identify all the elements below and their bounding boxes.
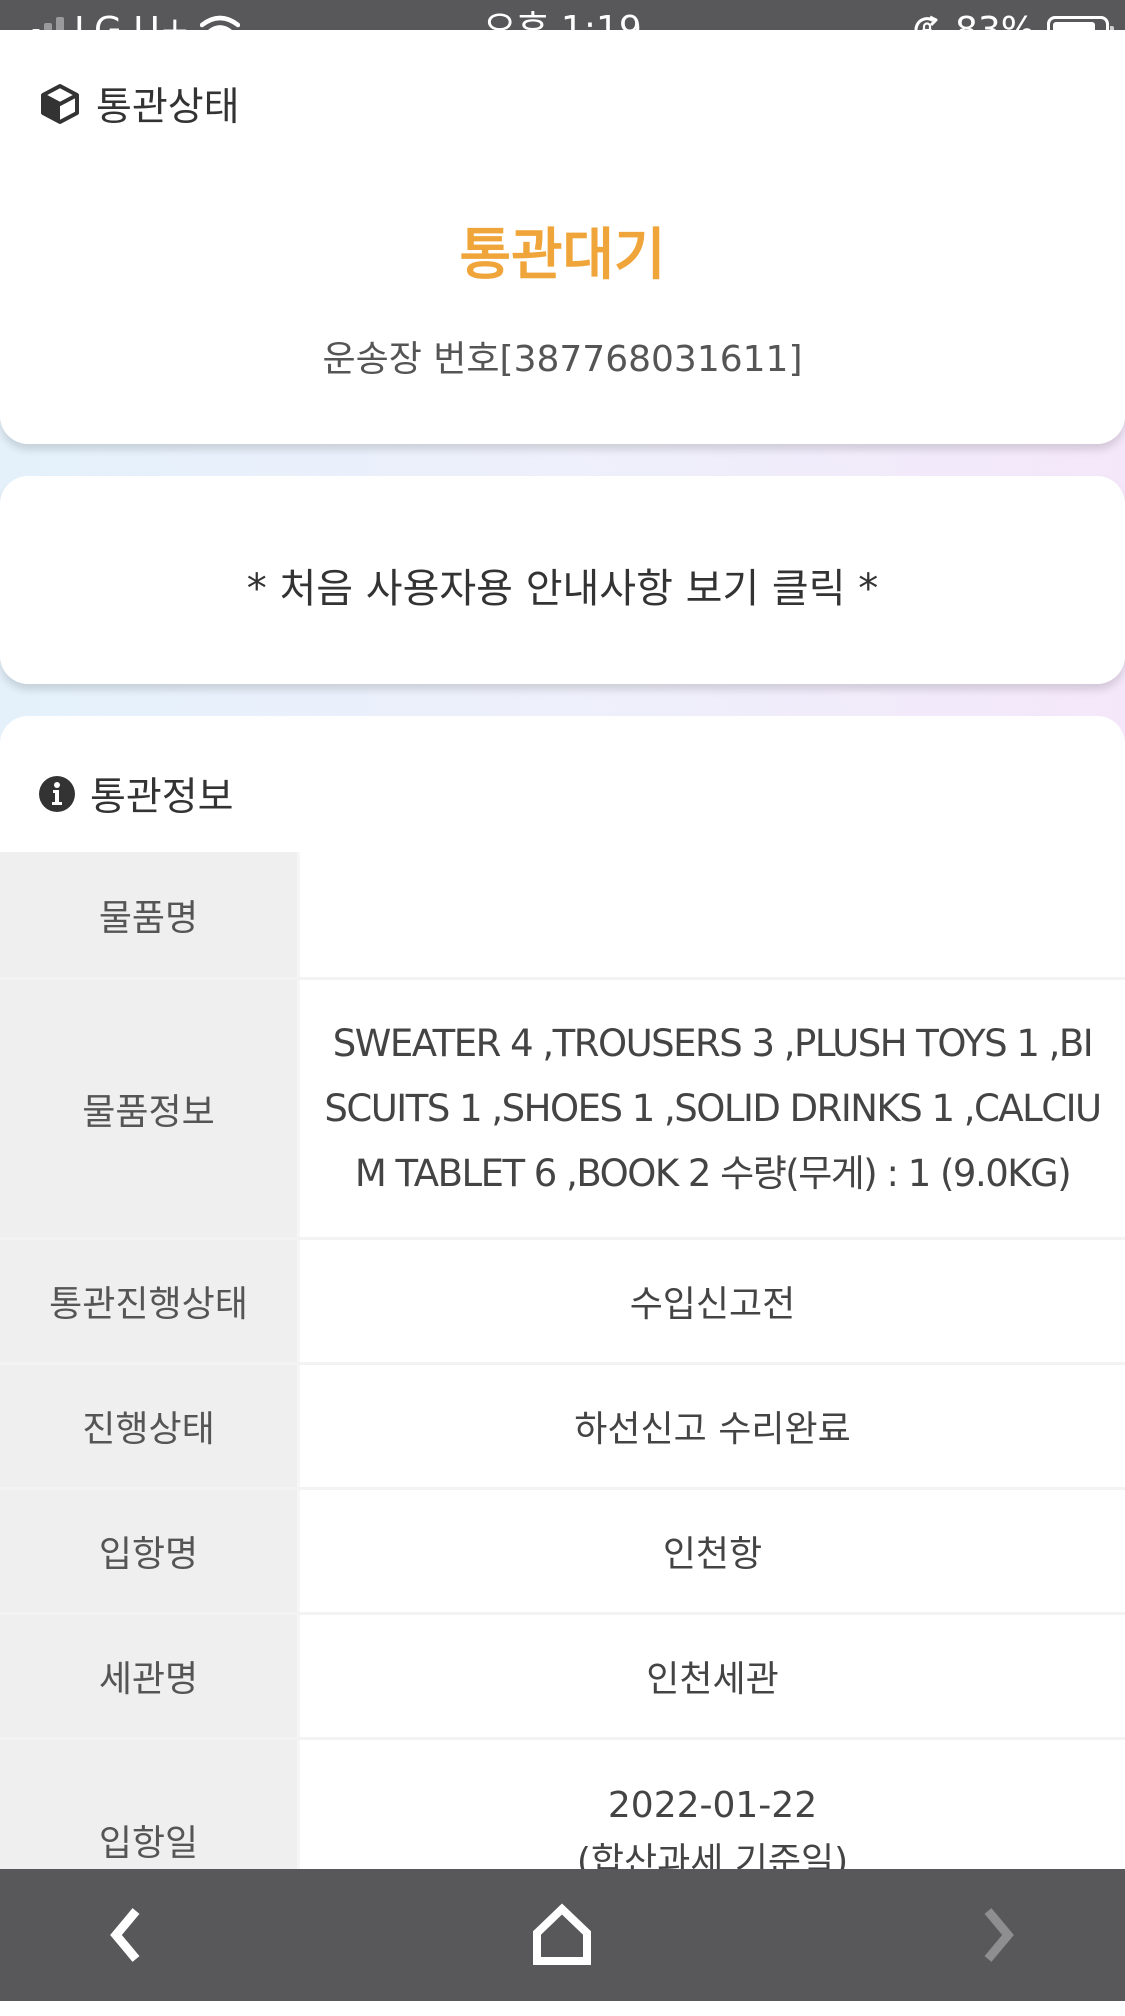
table-row: 물품명 xyxy=(0,852,1125,980)
home-button[interactable] xyxy=(492,1869,632,2001)
info-icon xyxy=(39,776,75,812)
customs-info-card: 통관정보 물품명 물품정보 SWEATER 4 ,TROUSERS 3 ,PLU… xyxy=(0,716,1125,2016)
chevron-right-icon xyxy=(984,1908,1014,1962)
row-value-customs-office: 인천세관 xyxy=(646,1659,779,1700)
home-icon xyxy=(533,1903,591,1965)
row-label-customs-office: 세관명 xyxy=(0,1615,300,1737)
first-user-guide-button[interactable]: * 처음 사용자용 안내사항 보기 클릭 * xyxy=(0,476,1125,684)
table-row: 입항명 인천항 xyxy=(0,1490,1125,1615)
customs-status-card: 통관상태 통관대기 운송장 번호[387768031611] xyxy=(0,30,1125,444)
row-value-goods-name xyxy=(300,852,1125,977)
table-row: 세관명 인천세관 xyxy=(0,1615,1125,1740)
guide-link-text[interactable]: * 처음 사용자용 안내사항 보기 클릭 * xyxy=(0,556,1125,614)
table-row: 진행상태 하선신고 수리완료 xyxy=(0,1365,1125,1490)
customs-status-header: 통관상태 xyxy=(38,76,240,132)
table-row: 통관진행상태 수입신고전 xyxy=(0,1240,1125,1365)
forward-button[interactable] xyxy=(928,1869,1068,2001)
row-value-progress-status: 하선신고 수리완료 xyxy=(574,1409,851,1450)
section-title: 통관정보 xyxy=(90,775,234,820)
row-value-goods-info: SWEATER 4 ,TROUSERS 3 ,PLUSH TOYS 1 ,BIS… xyxy=(324,1022,1102,1195)
row-value-port-name: 인천항 xyxy=(662,1534,763,1575)
customs-info-table: 물품명 물품정보 SWEATER 4 ,TROUSERS 3 ,PLUSH TO… xyxy=(0,852,1125,1943)
customs-status-value: 통관대기 xyxy=(459,223,666,288)
back-button[interactable] xyxy=(56,1869,196,2001)
row-label-goods-info: 물품정보 xyxy=(0,980,300,1237)
bottom-navigation-bar xyxy=(0,1869,1125,2001)
customs-info-header: 통관정보 xyxy=(38,766,234,822)
section-title: 통관상태 xyxy=(96,85,240,130)
row-label-goods-name: 물품명 xyxy=(0,852,300,977)
waybill-number: 운송장 번호[387768031611] xyxy=(322,339,803,380)
table-row: 물품정보 SWEATER 4 ,TROUSERS 3 ,PLUSH TOYS 1… xyxy=(0,980,1125,1240)
row-label-port-name: 입항명 xyxy=(0,1490,300,1612)
row-value-clearance-progress: 수입신고전 xyxy=(629,1284,796,1325)
row-label-clearance-progress: 통관진행상태 xyxy=(0,1240,300,1362)
chevron-left-icon xyxy=(110,1908,140,1962)
package-box-icon xyxy=(41,84,79,124)
arrival-date: 2022-01-22 xyxy=(607,1785,818,1826)
row-label-progress-status: 진행상태 xyxy=(0,1365,300,1487)
